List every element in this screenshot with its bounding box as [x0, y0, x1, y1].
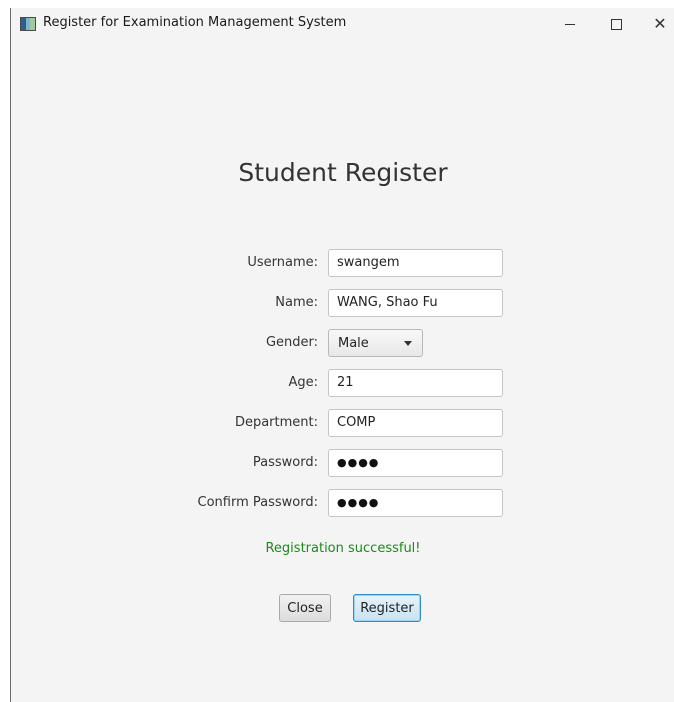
minimize-button[interactable] — [547, 8, 593, 40]
maximize-icon — [610, 18, 622, 30]
name-input[interactable]: WANG, Shao Fu — [328, 289, 503, 317]
gender-select[interactable]: Male — [328, 329, 423, 357]
chevron-down-icon — [404, 341, 412, 346]
department-input[interactable]: COMP — [328, 409, 503, 437]
status-message: Registration successful! — [265, 541, 421, 556]
username-label: Username: — [247, 255, 318, 270]
confirm-password-input[interactable]: ●●●● — [328, 489, 503, 517]
gender-label: Gender: — [265, 335, 318, 350]
age-label: Age: — [288, 375, 318, 390]
password-row: Password: ●●●● — [11, 449, 674, 477]
minimize-icon — [565, 23, 575, 25]
password-label: Password: — [252, 455, 318, 470]
username-row: Username: swangem — [11, 249, 674, 277]
title-bar[interactable]: Register for Examination Management Syst… — [11, 8, 674, 40]
name-label: Name: — [275, 295, 318, 310]
department-row: Department: COMP — [11, 409, 674, 437]
name-row: Name: WANG, Shao Fu — [11, 289, 674, 317]
confirm-password-label: Confirm Password: — [197, 495, 318, 510]
register-window: Register for Examination Management Syst… — [10, 8, 674, 702]
age-input[interactable]: 21 — [328, 369, 503, 397]
close-button[interactable]: Close — [279, 594, 331, 622]
age-row: Age: 21 — [11, 369, 674, 397]
app-icon — [20, 17, 36, 31]
maximize-button[interactable] — [593, 8, 639, 40]
confirm-password-row: Confirm Password: ●●●● — [11, 489, 674, 517]
close-icon: ✕ — [653, 14, 667, 33]
password-input[interactable]: ●●●● — [328, 449, 503, 477]
register-button[interactable]: Register — [353, 594, 421, 622]
department-label: Department: — [234, 415, 318, 430]
window-close-button[interactable]: ✕ — [637, 8, 674, 40]
window-title: Register for Examination Management Syst… — [43, 15, 347, 30]
gender-row: Gender: Male — [11, 329, 674, 357]
username-input[interactable]: swangem — [328, 249, 503, 277]
gender-selected-value: Male — [338, 336, 369, 351]
page-title: Student Register — [238, 158, 448, 187]
